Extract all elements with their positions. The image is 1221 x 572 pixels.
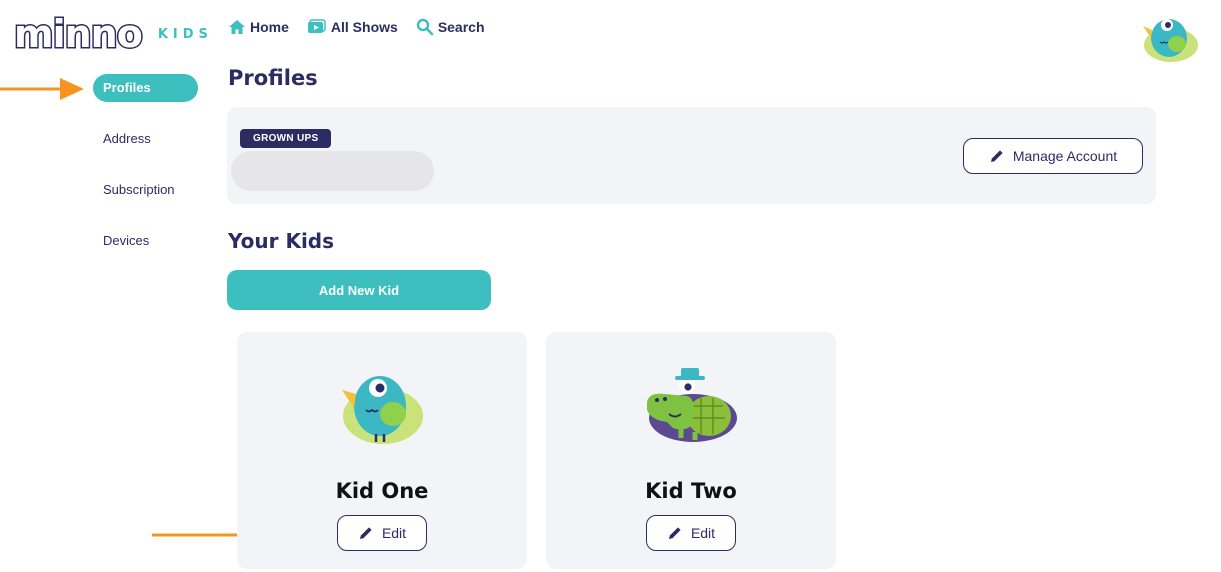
sidebar-item-subscription[interactable]: Subscription xyxy=(93,176,198,204)
grown-ups-badge: GROWN UPS xyxy=(240,129,332,148)
kid-card: Kid One Edit xyxy=(237,332,527,569)
manage-account-label: Manage Account xyxy=(1012,148,1118,164)
nav-all-shows-label: All Shows xyxy=(330,19,398,35)
kid-avatar[interactable] xyxy=(643,366,739,451)
edit-label: Edit xyxy=(690,525,716,541)
home-icon xyxy=(229,20,245,34)
minno-kids-logo[interactable]: minno KIDS xyxy=(13,12,213,56)
nav-search[interactable]: Search xyxy=(416,18,485,36)
bird-avatar-icon xyxy=(1143,19,1198,62)
profiles-heading: Profiles xyxy=(228,66,318,90)
add-new-kid-button[interactable]: Add New Kid xyxy=(227,270,491,310)
pencil-icon xyxy=(668,527,681,539)
edit-label: Edit xyxy=(381,525,407,541)
top-nav: Home All Shows Search xyxy=(228,18,485,36)
pencil-icon xyxy=(990,150,1003,162)
grown-up-name-placeholder xyxy=(231,151,434,191)
tv-shows-icon xyxy=(307,19,326,33)
nav-home[interactable]: Home xyxy=(228,18,289,36)
sidebar-item-profiles[interactable]: Profiles xyxy=(93,74,198,102)
grown-ups-panel: GROWN UPS Manage Account xyxy=(227,107,1156,204)
account-sidebar: Profiles Address Subscription Devices xyxy=(93,74,198,278)
logo-wordmark: minno xyxy=(13,12,145,56)
annotation-arrow-profiles xyxy=(0,78,84,100)
nav-search-label: Search xyxy=(437,19,485,35)
kid-card: Kid Two Edit xyxy=(546,332,836,569)
your-kids-heading: Your Kids xyxy=(228,229,335,253)
kid-avatar[interactable] xyxy=(338,366,426,451)
nav-all-shows[interactable]: All Shows xyxy=(307,18,398,36)
kid-name: Kid Two xyxy=(645,479,737,503)
logo-subtitle: KIDS xyxy=(157,26,213,42)
user-avatar[interactable] xyxy=(1142,12,1198,64)
kid-name: Kid One xyxy=(335,479,429,503)
search-icon xyxy=(416,18,434,36)
edit-kid-button[interactable]: Edit xyxy=(337,515,427,551)
crocodile-avatar-icon xyxy=(647,368,737,442)
sidebar-item-address[interactable]: Address xyxy=(93,125,198,153)
bird-avatar-icon xyxy=(342,376,423,444)
edit-kid-button[interactable]: Edit xyxy=(646,515,736,551)
pencil-icon xyxy=(359,527,372,539)
sidebar-item-devices[interactable]: Devices xyxy=(93,227,198,255)
manage-account-button[interactable]: Manage Account xyxy=(963,138,1143,174)
nav-home-label: Home xyxy=(250,19,289,35)
